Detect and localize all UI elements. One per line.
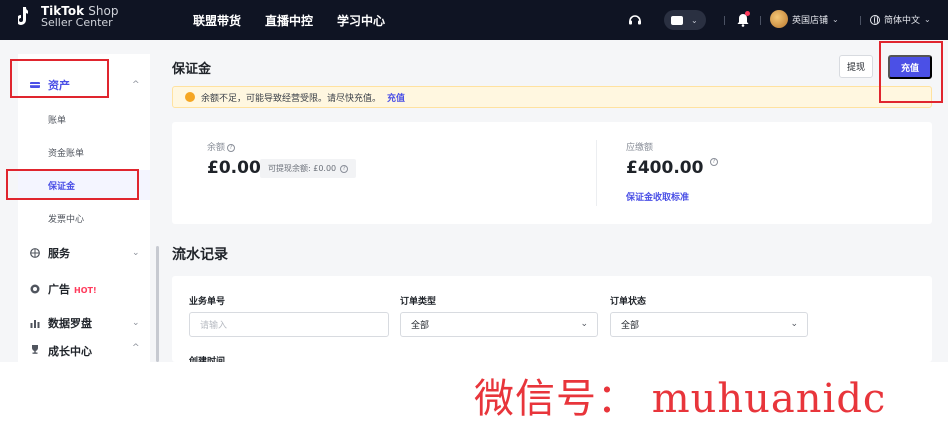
order-type-select[interactable]: 全部 ⌄ (400, 312, 598, 337)
bar-chart-icon (30, 320, 40, 328)
balance-label: 余额? (207, 140, 236, 153)
sidebar-item-label: 成长中心 (48, 345, 92, 358)
shop-avatar (770, 10, 788, 28)
sidebar: 资产 ^ 账单 资金账单 保证金 发票中心 服务 ⌄ 广告 HOT! 数据罗盘 … (0, 40, 160, 362)
withdraw-button[interactable]: 提现 (839, 55, 873, 78)
help-icon[interactable]: ? (710, 158, 718, 166)
hot-badge: HOT! (74, 286, 97, 295)
main-content: 保证金 提现 充值 余额不足，可能导致经营受限。请尽快充值。 充值 余额? £0… (160, 40, 948, 362)
recharge-button[interactable]: 充值 (888, 55, 932, 79)
sidebar-item-label: 资产 (48, 79, 70, 92)
order-no-placeholder: 请输入 (200, 321, 228, 331)
sidebar-sub-label: 保证金 (48, 181, 76, 192)
balance-card: 余额? £0.00 可提现余额: £0.00? 应缴额 £400.00 ? 保证… (172, 122, 932, 224)
records-filter-card: 业务单号 请输入 订单类型 全部 ⌄ 订单状态 全部 ⌄ 创建时间 (172, 276, 932, 362)
chevron-down-icon: ⌄ (132, 318, 140, 328)
ads-label: 广告 (48, 283, 70, 296)
available-balance-text: 可提现余额: £0.00 (268, 164, 337, 173)
sidebar-sub-invoice[interactable]: 发票中心 (18, 203, 150, 233)
order-status-value: 全部 (621, 321, 640, 331)
balance-label-text: 余额 (207, 143, 226, 153)
message-button[interactable]: ⌄ (664, 10, 706, 30)
low-balance-alert: 余额不足，可能导致经营受限。请尽快充值。 充值 (172, 86, 932, 108)
chevron-down-icon: ⌄ (691, 15, 698, 25)
chevron-up-icon: ^ (132, 343, 140, 353)
ads-icon (30, 284, 40, 294)
globe-icon (870, 14, 880, 25)
app-root: TikTok Shop Seller Center 联盟带货 直播中控 学习中心… (0, 0, 948, 441)
chat-icon (671, 15, 683, 25)
amount-due-label: 应缴额 (626, 143, 654, 153)
balance-amount: £0.00 (207, 158, 261, 178)
warning-icon (185, 92, 195, 102)
sidebar-sub-deposit[interactable]: 保证金 (18, 170, 150, 200)
shop-name: 英国店铺 (792, 15, 829, 26)
top-bar: TikTok Shop Seller Center 联盟带货 直播中控 学习中心… (0, 0, 948, 40)
language-switcher[interactable]: 简体中文 ⌄ (870, 13, 931, 26)
sidebar-item-assets[interactable]: 资产 ^ (18, 70, 150, 100)
nav-learning-center[interactable]: 学习中心 (337, 12, 385, 29)
tiktok-logo-icon (16, 5, 36, 29)
help-icon[interactable]: ? (340, 164, 349, 173)
divider (760, 16, 761, 25)
order-no-label: 业务单号 (189, 297, 226, 307)
chevron-down-icon: ⌄ (790, 319, 798, 329)
sidebar-item-data-compass[interactable]: 数据罗盘 ⌄ (18, 308, 150, 338)
amount-due: £400.00 (626, 158, 704, 178)
watermark-text: 微信号： muhuanidc (474, 376, 887, 422)
language-label: 简体中文 (884, 16, 921, 26)
nav-affiliate[interactable]: 联盟带货 (193, 12, 241, 29)
page-title: 保证金 (172, 62, 212, 77)
help-icon[interactable]: ? (227, 143, 236, 152)
sidebar-scrollbar[interactable] (156, 246, 159, 362)
sidebar-item-services[interactable]: 服务 ⌄ (18, 238, 150, 268)
sidebar-sub-fund-bill[interactable]: 资金账单 (18, 137, 150, 167)
order-type-label: 订单类型 (400, 297, 437, 307)
wallet-icon (30, 82, 40, 88)
alert-text: 余额不足，可能导致经营受限。请尽快充值。 (201, 93, 382, 104)
globe-icon (30, 248, 40, 258)
sidebar-item-label: 数据罗盘 (48, 317, 92, 330)
created-time-label: 创建时间 (189, 357, 226, 362)
records-title: 流水记录 (172, 247, 228, 263)
shop-switcher[interactable]: 英国店铺 ⌄ (770, 10, 839, 28)
deposit-standard-link[interactable]: 保证金收取标准 (626, 190, 689, 203)
sidebar-item-label: 服务 (48, 247, 70, 260)
top-nav: 联盟带货 直播中控 学习中心 (193, 0, 385, 40)
divider (860, 16, 861, 25)
available-balance-chip: 可提现余额: £0.00? (260, 159, 357, 178)
order-status-label: 订单状态 (610, 297, 647, 307)
notification-dot (745, 11, 750, 16)
chevron-down-icon: ⌄ (924, 15, 931, 24)
divider (724, 16, 725, 25)
order-no-input[interactable]: 请输入 (189, 312, 389, 337)
active-highlight (18, 170, 150, 200)
logo-subtitle: Seller Center (41, 16, 113, 29)
logo-text: TikTok Shop Seller Center (41, 5, 118, 29)
chevron-down-icon: ⌄ (580, 319, 588, 329)
logo[interactable]: TikTok Shop Seller Center (16, 5, 118, 29)
nav-live-console[interactable]: 直播中控 (265, 12, 313, 29)
sidebar-menu: 资产 ^ 账单 资金账单 保证金 发票中心 服务 ⌄ 广告 HOT! 数据罗盘 … (18, 54, 150, 362)
sidebar-item-label: 广告 HOT! (48, 281, 97, 297)
trophy-icon (32, 345, 38, 354)
alert-recharge-link[interactable]: 充值 (387, 91, 405, 104)
sidebar-item-ads[interactable]: 广告 HOT! (18, 274, 150, 304)
chevron-down-icon: ⌄ (132, 248, 140, 258)
sidebar-item-growth-center[interactable]: 成长中心 ^ (18, 342, 150, 362)
sidebar-sub-label: 账单 (48, 115, 67, 126)
divider (596, 140, 597, 206)
order-type-value: 全部 (411, 321, 430, 331)
chevron-up-icon: ^ (132, 80, 140, 90)
sidebar-sub-label: 发票中心 (48, 214, 85, 225)
sidebar-sub-bill[interactable]: 账单 (18, 104, 150, 134)
sidebar-sub-label: 资金账单 (48, 148, 85, 159)
chevron-down-icon: ⌄ (832, 14, 839, 24)
order-status-select[interactable]: 全部 ⌄ (610, 312, 808, 337)
headset-icon[interactable] (628, 13, 642, 27)
